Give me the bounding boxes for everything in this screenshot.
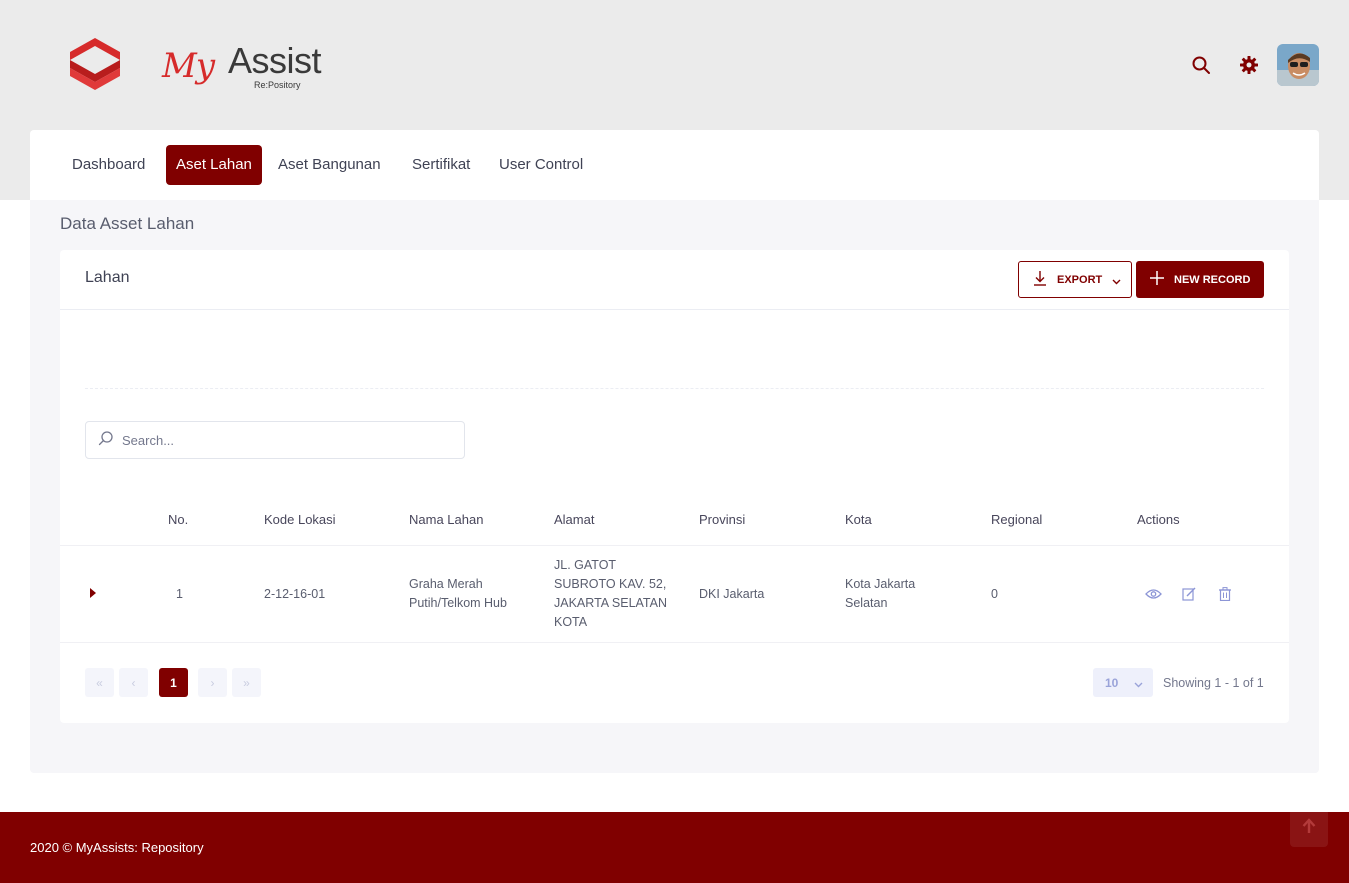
brand-name: Assist <box>228 40 322 81</box>
cell-no: 1 <box>176 587 183 601</box>
logo-icon[interactable] <box>66 36 124 92</box>
trash-icon[interactable] <box>1216 585 1234 603</box>
gear-icon[interactable] <box>1236 52 1262 78</box>
nav-item-user-control[interactable]: User Control <box>489 145 593 185</box>
cell-line: SUBROTO KAV. 52, <box>554 577 667 591</box>
pagination-next[interactable]: › <box>198 668 227 697</box>
column-header-kode-lokasi[interactable]: Kode Lokasi <box>264 512 336 527</box>
pagination-prev[interactable]: ‹ <box>119 668 148 697</box>
cell-regional: 0 <box>991 587 998 601</box>
new-record-button[interactable]: NEW RECORD <box>1136 261 1264 298</box>
card-title: Lahan <box>85 269 130 286</box>
brand-logo[interactable]: My Assist Re:Pository <box>160 38 322 98</box>
nav-item-dashboard[interactable]: Dashboard <box>62 145 155 185</box>
cell-line: KOTA <box>554 615 588 629</box>
divider <box>85 388 1264 389</box>
scroll-top-button[interactable] <box>1290 809 1328 847</box>
chevron-down-icon <box>1112 270 1121 289</box>
column-header-alamat[interactable]: Alamat <box>554 512 594 527</box>
lahan-card: Lahan EXPORT NEW RECORD Search... No. Ko… <box>60 250 1289 723</box>
brand-tagline: Re:Pository <box>254 80 301 90</box>
eye-icon[interactable] <box>1144 585 1162 603</box>
pagination-page-1[interactable]: 1 <box>159 668 188 697</box>
table-row-divider <box>60 642 1289 643</box>
cell-kota: Kota Jakarta Selatan <box>845 575 915 613</box>
cell-kode-lokasi: 2-12-16-01 <box>264 587 326 601</box>
nav-item-sertifikat[interactable]: Sertifikat <box>402 145 480 185</box>
export-button[interactable]: EXPORT <box>1018 261 1132 298</box>
plus-icon <box>1150 270 1164 289</box>
search-icon[interactable] <box>1188 52 1214 78</box>
cell-line: Putih/Telkom Hub <box>409 596 507 610</box>
arrow-up-icon <box>1302 818 1316 838</box>
footer-copyright: 2020 © MyAssists: Repository <box>30 840 204 855</box>
search-icon <box>98 430 114 450</box>
avatar[interactable] <box>1277 44 1319 86</box>
search-input[interactable] <box>122 432 442 448</box>
footer: 2020 © MyAssists: Repository <box>0 812 1349 883</box>
cell-line: Kota Jakarta <box>845 577 916 591</box>
cell-line: Selatan <box>845 596 888 610</box>
column-header-actions: Actions <box>1137 512 1180 527</box>
content-panel: Dashboard Aset Lahan Aset Bangunan Serti… <box>30 130 1319 773</box>
nav-item-aset-bangunan[interactable]: Aset Bangunan <box>268 145 391 185</box>
pagination-info: Showing 1 - 1 of 1 <box>1163 676 1264 690</box>
main-nav: Dashboard Aset Lahan Aset Bangunan Serti… <box>30 130 1319 200</box>
column-header-provinsi[interactable]: Provinsi <box>699 512 745 527</box>
page-size-select[interactable]: 10 <box>1093 668 1153 697</box>
export-label: EXPORT <box>1057 273 1103 286</box>
download-icon <box>1033 270 1047 290</box>
pagination-last[interactable]: » <box>232 668 261 697</box>
pagination-first[interactable]: « <box>85 668 114 697</box>
chevron-down-icon <box>1134 673 1143 692</box>
card-header: Lahan EXPORT NEW RECORD <box>60 250 1289 310</box>
column-header-nama-lahan[interactable]: Nama Lahan <box>409 512 483 527</box>
column-header-no[interactable]: No. <box>168 512 188 527</box>
cell-alamat: JL. GATOT SUBROTO KAV. 52, JAKARTA SELAT… <box>554 556 667 632</box>
nav-item-aset-lahan[interactable]: Aset Lahan <box>166 145 262 185</box>
brand-script: My <box>162 46 215 86</box>
page-size-value: 10 <box>1105 675 1119 690</box>
column-header-regional[interactable]: Regional <box>991 512 1042 527</box>
cell-line: JL. GATOT <box>554 558 617 572</box>
expand-row-icon[interactable] <box>90 588 96 598</box>
cell-nama-lahan: Graha Merah Putih/Telkom Hub <box>409 575 507 613</box>
edit-icon[interactable] <box>1180 585 1198 603</box>
new-record-label: NEW RECORD <box>1174 273 1251 286</box>
table-header-divider <box>60 545 1289 546</box>
search-field[interactable] <box>85 421 465 459</box>
cell-line: Graha Merah <box>409 577 483 591</box>
cell-line: JAKARTA SELATAN <box>554 596 668 610</box>
column-header-kota[interactable]: Kota <box>845 512 872 527</box>
page-title: Data Asset Lahan <box>60 214 195 233</box>
app-header: My Assist Re:Pository <box>0 0 1349 130</box>
cell-provinsi: DKI Jakarta <box>699 587 765 601</box>
